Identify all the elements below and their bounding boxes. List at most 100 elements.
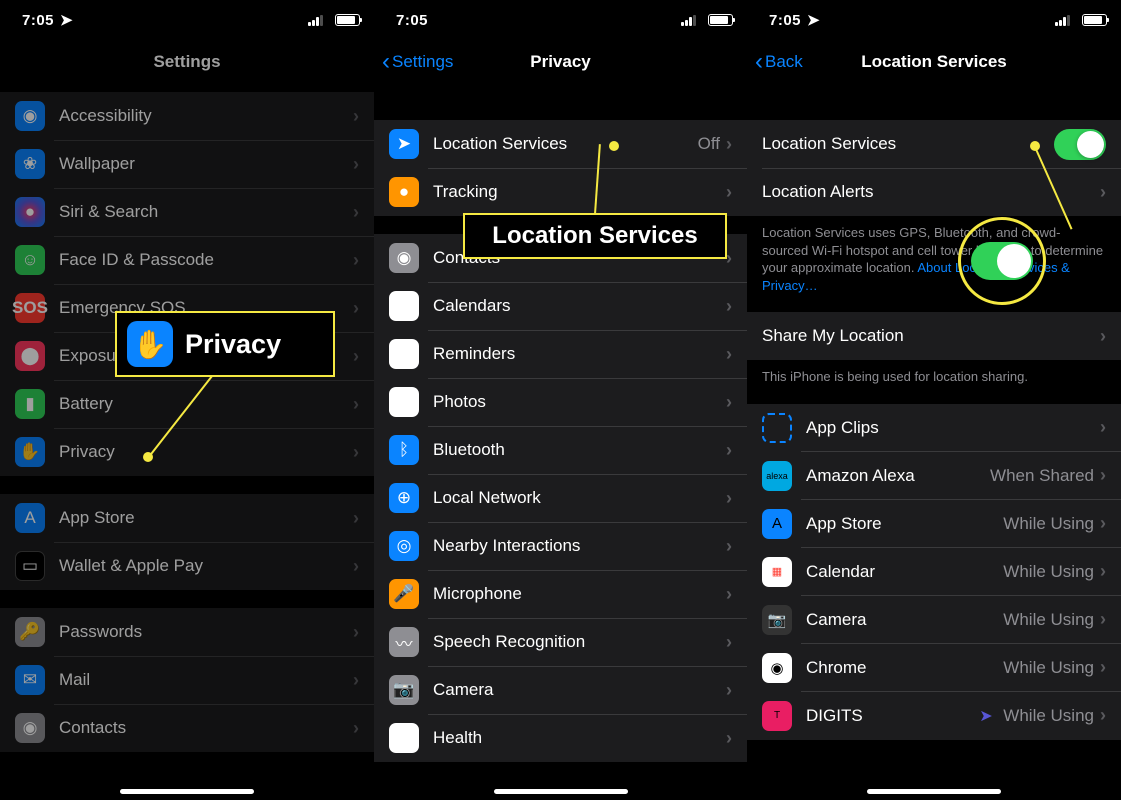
location-arrow-icon: ➤: [60, 11, 73, 29]
row-location-alerts[interactable]: Location Alerts ›: [747, 168, 1121, 216]
footer-text: Location Services uses GPS, Bluetooth, a…: [747, 216, 1121, 294]
appstore-icon: A: [15, 503, 45, 533]
signal-icon: [681, 15, 696, 26]
row-detail: While Using: [1003, 514, 1094, 534]
row-calendars[interactable]: ▦Calendars›: [374, 282, 747, 330]
row-appstore[interactable]: AApp Store›: [0, 494, 374, 542]
row-battery[interactable]: ▮Battery›: [0, 380, 374, 428]
row-label: Wallpaper: [59, 154, 353, 174]
row-wallpaper[interactable]: ❀Wallpaper›: [0, 140, 374, 188]
chevron-right-icon: ›: [1100, 182, 1106, 203]
home-indicator[interactable]: [120, 789, 254, 794]
chevron-right-icon: ›: [353, 622, 359, 643]
chevron-right-icon: ›: [726, 632, 732, 653]
row-passwords[interactable]: 🔑Passwords›: [0, 608, 374, 656]
chevron-right-icon: ›: [726, 248, 732, 269]
home-indicator[interactable]: [867, 789, 1001, 794]
row-nearby[interactable]: ◎Nearby Interactions›: [374, 522, 747, 570]
battery-icon: [335, 14, 360, 26]
chevron-left-icon: ‹: [755, 50, 763, 74]
battery-icon: [708, 14, 733, 26]
reminders-icon: ☰: [389, 339, 419, 369]
bluetooth-icon: ᛒ: [389, 435, 419, 465]
row-label: Location Services: [433, 134, 698, 154]
siri-icon: ●: [15, 197, 45, 227]
chevron-right-icon: ›: [726, 584, 732, 605]
nav-bar: ‹Back Location Services: [747, 40, 1121, 84]
back-button[interactable]: ‹Settings: [382, 50, 453, 74]
row-label: Accessibility: [59, 106, 353, 126]
faceid-icon: ☺: [15, 245, 45, 275]
annotation-dot: [1030, 141, 1040, 151]
row-tracking[interactable]: ●Tracking›: [374, 168, 747, 216]
calendars-icon: ▦: [389, 291, 419, 321]
contacts-icon: ◉: [15, 713, 45, 743]
row-label: Amazon Alexa: [806, 466, 990, 486]
wallet-icon: ▭: [15, 551, 45, 581]
row-contacts2[interactable]: ◉Contacts›: [374, 234, 747, 282]
chevron-right-icon: ›: [1100, 609, 1106, 630]
row-app-digits[interactable]: TDIGITS➤While Using›: [747, 692, 1121, 740]
row-microphone[interactable]: 🎤Microphone›: [374, 570, 747, 618]
row-bluetooth[interactable]: ᛒ Bluetooth›: [374, 426, 747, 474]
row-faceid[interactable]: ☺Face ID & Passcode›: [0, 236, 374, 284]
row-detail: While Using: [1003, 562, 1094, 582]
chrome-icon: ◉: [762, 653, 792, 683]
row-label: Contacts: [59, 718, 353, 738]
row-mail[interactable]: ✉Mail›: [0, 656, 374, 704]
row-location[interactable]: ➤Location ServicesOff›: [374, 120, 747, 168]
row-location-services-toggle[interactable]: Location Services: [747, 120, 1121, 168]
network-icon: ⊕: [389, 483, 419, 513]
tracking-icon: ●: [389, 177, 419, 207]
back-button[interactable]: ‹Back: [755, 50, 803, 74]
row-speech[interactable]: 〰Speech Recognition›: [374, 618, 747, 666]
row-label: Calendar: [806, 562, 1003, 582]
battery-icon: ▮: [15, 389, 45, 419]
signal-icon: [1055, 15, 1070, 26]
row-label: Bluetooth: [433, 440, 726, 460]
nav-bar: Settings: [0, 40, 374, 84]
row-label: Privacy: [59, 442, 353, 462]
chevron-right-icon: ›: [726, 440, 732, 461]
row-network[interactable]: ⊕Local Network›: [374, 474, 747, 522]
location-icon: ➤: [389, 129, 419, 159]
row-label: App Clips: [806, 418, 1100, 438]
row-siri[interactable]: ●Siri & Search›: [0, 188, 374, 236]
accessibility-icon: ◉: [15, 101, 45, 131]
row-photos[interactable]: ✿Photos›: [374, 378, 747, 426]
row-share-my-location[interactable]: Share My Location ›: [747, 312, 1121, 360]
row-reminders[interactable]: ☰Reminders›: [374, 330, 747, 378]
location-arrow-icon: ➤: [979, 706, 999, 726]
row-wallet[interactable]: ▭Wallet & Apple Pay›: [0, 542, 374, 590]
row-app-camera2[interactable]: 📷CameraWhile Using›: [747, 596, 1121, 644]
row-label: Microphone: [433, 584, 726, 604]
row-app-chrome[interactable]: ◉ChromeWhile Using›: [747, 644, 1121, 692]
row-app-alexa[interactable]: alexaAmazon AlexaWhen Shared›: [747, 452, 1121, 500]
status-time: 7:05: [769, 12, 801, 29]
row-app-appclips[interactable]: App Clips›: [747, 404, 1121, 452]
row-app-calendar2[interactable]: ▦CalendarWhile Using›: [747, 548, 1121, 596]
row-label: Contacts: [433, 248, 726, 268]
wallpaper-icon: ❀: [15, 149, 45, 179]
row-app-appstore2[interactable]: AApp StoreWhile Using›: [747, 500, 1121, 548]
sos-icon: SOS: [15, 293, 45, 323]
chevron-right-icon: ›: [353, 250, 359, 271]
row-label: Tracking: [433, 182, 726, 202]
row-accessibility[interactable]: ◉Accessibility›: [0, 92, 374, 140]
toggle-switch[interactable]: [1054, 129, 1106, 160]
chevron-right-icon: ›: [353, 508, 359, 529]
annotation-dot: [609, 141, 619, 151]
chevron-right-icon: ›: [726, 134, 732, 155]
chevron-right-icon: ›: [726, 536, 732, 557]
home-indicator[interactable]: [494, 789, 628, 794]
row-privacy[interactable]: ✋Privacy›: [0, 428, 374, 476]
row-camera[interactable]: 📷Camera›: [374, 666, 747, 714]
row-label: App Store: [806, 514, 1003, 534]
row-sos[interactable]: SOSEmergency SOS›: [0, 284, 374, 332]
row-label: Emergency SOS: [59, 298, 353, 318]
row-contacts[interactable]: ◉Contacts›: [0, 704, 374, 752]
chevron-right-icon: ›: [726, 392, 732, 413]
chevron-right-icon: ›: [726, 296, 732, 317]
row-health[interactable]: ♥Health›: [374, 714, 747, 762]
row-exposure[interactable]: ⬤Exposure Notifications›: [0, 332, 374, 380]
